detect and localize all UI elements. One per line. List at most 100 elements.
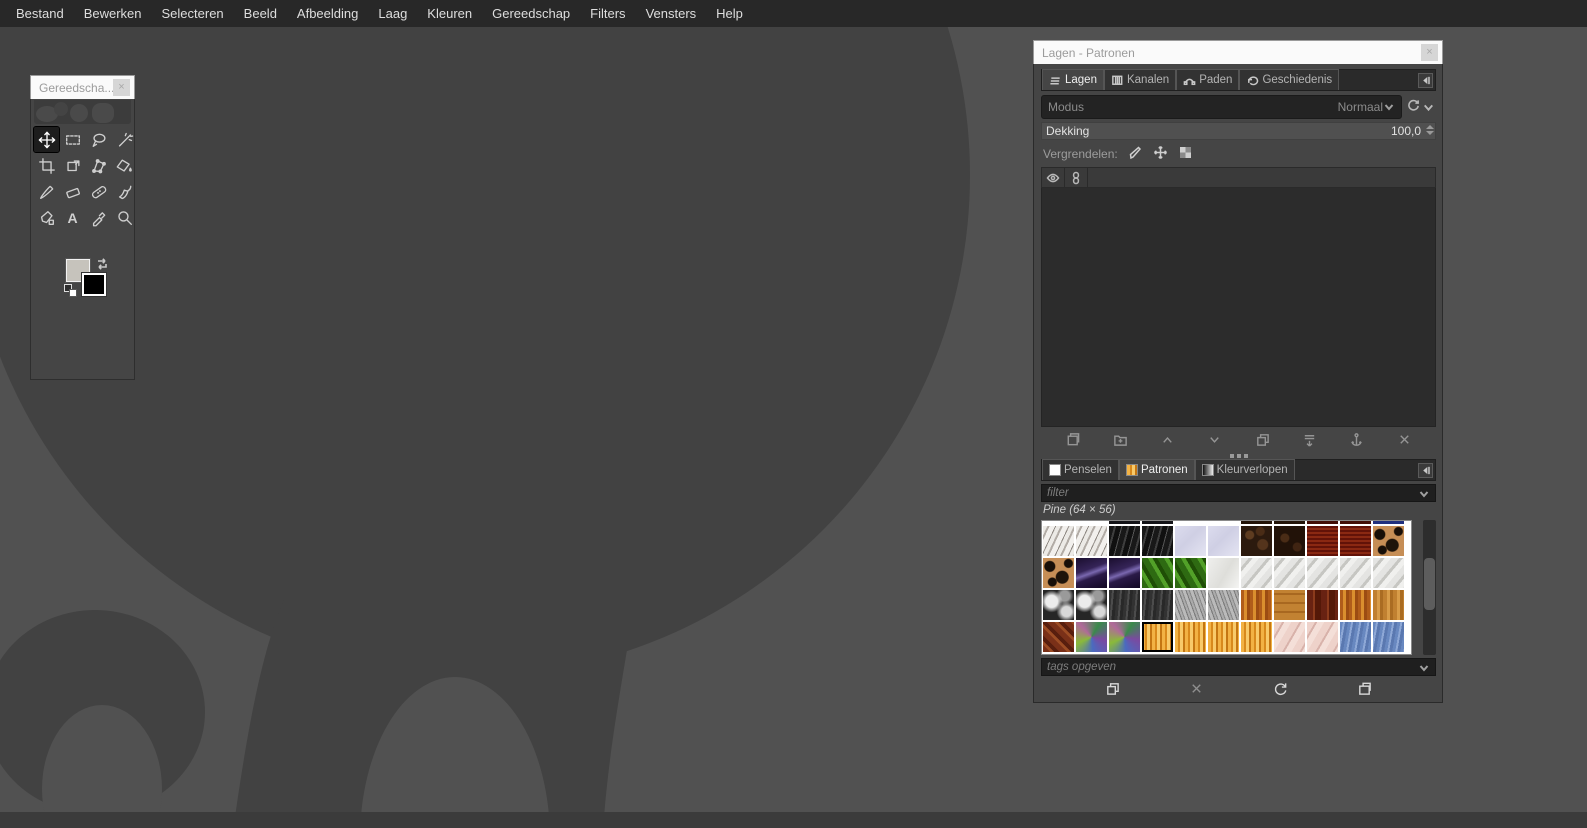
lower-layer-button[interactable] xyxy=(1204,430,1226,450)
pattern-denim[interactable] xyxy=(1373,622,1404,652)
pattern-pine[interactable] xyxy=(1241,622,1272,652)
rectangle-select-tool[interactable] xyxy=(60,127,85,152)
delete-pattern-button[interactable] xyxy=(1186,679,1208,699)
zoom-tool[interactable] xyxy=(112,205,137,230)
chevron-down-icon[interactable] xyxy=(1422,101,1434,113)
smudge-tool[interactable] xyxy=(112,179,137,204)
dock-menu-icon[interactable] xyxy=(1418,73,1433,88)
color-picker-tool[interactable] xyxy=(86,205,111,230)
dock-titlebar[interactable]: Lagen - Patronen × xyxy=(1033,40,1443,64)
pattern-pine-selected[interactable] xyxy=(1142,622,1173,652)
toolbox-titlebar[interactable]: Gereedscha... × xyxy=(30,75,135,99)
open-pattern-as-image-button[interactable] xyxy=(1353,679,1375,699)
tab-kleurverlopen[interactable]: Kleurverlopen xyxy=(1195,459,1295,480)
pattern-leaves-green[interactable] xyxy=(1142,558,1173,588)
pattern-coffee-dark[interactable] xyxy=(1274,526,1305,556)
menu-item-afbeelding[interactable]: Afbeelding xyxy=(287,1,368,26)
menu-item-bewerken[interactable]: Bewerken xyxy=(74,1,152,26)
pattern-parquet-red[interactable] xyxy=(1307,590,1338,620)
pattern-marble-pink[interactable] xyxy=(1307,622,1338,652)
pattern-wood-grain[interactable] xyxy=(1241,590,1272,620)
pattern-marble-white[interactable] xyxy=(1076,526,1107,556)
tags-input[interactable]: tags opgeven xyxy=(1041,658,1436,676)
menu-item-selecteren[interactable]: Selecteren xyxy=(152,1,234,26)
toolbox-close-button[interactable]: × xyxy=(113,79,130,96)
lock-alpha-icon[interactable] xyxy=(1178,145,1193,163)
pattern-stone-dark[interactable] xyxy=(1109,590,1140,620)
lock-pixels-icon[interactable] xyxy=(1128,145,1143,163)
pattern-clouds-bw[interactable] xyxy=(1076,590,1107,620)
pattern-leather-red[interactable] xyxy=(1307,526,1338,556)
pattern-lightning-purple[interactable] xyxy=(1109,558,1140,588)
tab-lagen[interactable]: Lagen xyxy=(1042,69,1104,90)
menu-item-filters[interactable]: Filters xyxy=(580,1,635,26)
tab-patronen[interactable]: Patronen xyxy=(1119,459,1195,480)
eye-icon[interactable] xyxy=(1042,168,1065,187)
raise-layer-button[interactable] xyxy=(1156,430,1178,450)
pattern-fluff-white[interactable] xyxy=(1208,558,1239,588)
text-tool[interactable]: A xyxy=(60,205,85,230)
pattern-marble-pink[interactable] xyxy=(1274,622,1305,652)
pattern-marble-soft[interactable] xyxy=(1373,558,1404,588)
layer-list-empty[interactable] xyxy=(1041,188,1436,427)
anchor-layer-button[interactable] xyxy=(1346,430,1368,450)
menu-item-kleuren[interactable]: Kleuren xyxy=(417,1,482,26)
tab-geschiedenis[interactable]: Geschiedenis xyxy=(1239,69,1339,90)
pattern-stone-dark[interactable] xyxy=(1142,590,1173,620)
pattern-leather-red[interactable] xyxy=(1340,526,1371,556)
opacity-slider[interactable]: Dekking 100,0 xyxy=(1041,122,1436,140)
pattern-marble-black[interactable] xyxy=(1109,526,1140,556)
swap-colors-icon[interactable] xyxy=(95,257,109,271)
pattern-scrollbar[interactable] xyxy=(1423,520,1436,655)
pattern-filter-input[interactable]: filter xyxy=(1041,484,1436,502)
eraser-tool[interactable] xyxy=(60,179,85,204)
dock-menu-icon[interactable] xyxy=(1418,463,1433,478)
menu-item-beeld[interactable]: Beeld xyxy=(234,1,287,26)
pattern-marble-soft[interactable] xyxy=(1274,558,1305,588)
pattern-clouds-bw[interactable] xyxy=(1043,590,1074,620)
pattern-coffee[interactable] xyxy=(1241,526,1272,556)
pattern-lavender[interactable] xyxy=(1208,526,1239,556)
delete-layer-button[interactable] xyxy=(1393,430,1415,450)
pattern-scrollbar-thumb[interactable] xyxy=(1424,558,1435,610)
duplicate-layer-button[interactable] xyxy=(1251,430,1273,450)
pattern-marble-white[interactable] xyxy=(1043,526,1074,556)
opacity-spinner[interactable] xyxy=(1426,125,1434,135)
mode-dropdown[interactable]: Modus Normaal xyxy=(1041,95,1402,119)
merge-down-button[interactable] xyxy=(1299,430,1321,450)
duplicate-pattern-button[interactable] xyxy=(1102,679,1124,699)
tab-paden[interactable]: Paden xyxy=(1176,69,1239,90)
tab-kanalen[interactable]: Kanalen xyxy=(1104,69,1176,90)
pattern-lightning-purple[interactable] xyxy=(1076,558,1107,588)
pattern-marble-black[interactable] xyxy=(1142,526,1173,556)
heal-tool[interactable] xyxy=(86,179,111,204)
refresh-patterns-button[interactable] xyxy=(1269,679,1291,699)
pattern-pine[interactable] xyxy=(1208,622,1239,652)
menu-item-help[interactable]: Help xyxy=(706,1,753,26)
default-colors-icon[interactable] xyxy=(64,284,78,298)
menu-item-laag[interactable]: Laag xyxy=(368,1,417,26)
pattern-swirl[interactable] xyxy=(1076,622,1107,652)
lock-position-icon[interactable] xyxy=(1153,145,1168,163)
dock-close-button[interactable]: × xyxy=(1421,44,1438,61)
pattern-wood-tan[interactable] xyxy=(1373,590,1404,620)
pattern-marble-soft[interactable] xyxy=(1340,558,1371,588)
menu-item-vensters[interactable]: Vensters xyxy=(636,1,707,26)
chevron-down-icon[interactable] xyxy=(1418,661,1430,673)
pattern-leaves-green[interactable] xyxy=(1175,558,1206,588)
pattern-pine[interactable] xyxy=(1175,622,1206,652)
pattern-parquet-wood[interactable] xyxy=(1043,622,1074,652)
fuzzy-select-tool[interactable] xyxy=(112,127,137,152)
pattern-denim[interactable] xyxy=(1340,622,1371,652)
pattern-leopard[interactable] xyxy=(1043,558,1074,588)
handle-transform-tool[interactable] xyxy=(86,153,111,178)
paintbrush-tool[interactable] xyxy=(34,179,59,204)
bucket-fill-tool[interactable] xyxy=(112,153,137,178)
free-select-tool[interactable] xyxy=(86,127,111,152)
dock-splitter-handle[interactable] xyxy=(1041,452,1436,459)
move-tool[interactable] xyxy=(34,127,59,152)
pattern-marble-soft[interactable] xyxy=(1307,558,1338,588)
pattern-leopard[interactable] xyxy=(1373,526,1404,556)
ink-tool[interactable] xyxy=(34,205,59,230)
pattern-wood-grain[interactable] xyxy=(1340,590,1371,620)
